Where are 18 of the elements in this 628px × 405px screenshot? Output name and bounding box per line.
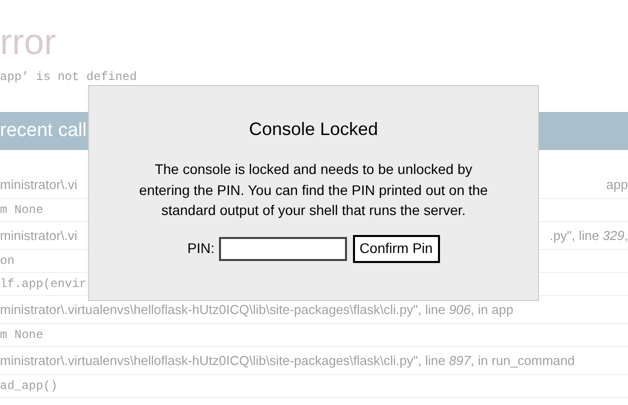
file-path-text: ministrator\.virtualenvs\helloflask-hUtz0ICQ\lib\site-packages\flask\cli.py", line 906, in app — [0, 300, 514, 319]
confirm-pin-button[interactable]: Confirm Pin — [352, 234, 440, 262]
code-line-text: on — [0, 253, 14, 270]
file-path-text: ministrator\.virtualenvs\helloflask-hUtz0ICQ\lib\site-packages\flask\cli.py", line 897, in run_command — [0, 352, 575, 370]
file-path-text: ministrator\.vi — [0, 226, 78, 245]
error-message: app’ is not defined — [0, 69, 137, 86]
dialog-message: The console is locked and needs to be unlocked by entering the PIN. You can find the PIN printed out on the standard output of your shell that runs the server. — [138, 160, 488, 220]
code-line-text: m None — [0, 327, 44, 344]
code-line-text: m None — [0, 202, 44, 219]
pin-label: PIN: — [187, 239, 215, 258]
file-path-text: ministrator\.vi — [0, 176, 78, 194]
code-line-text: lf.app(envir — [0, 276, 86, 293]
traceback-header-text: recent call — [0, 118, 87, 143]
file-path-text: .py", line 329, — [550, 226, 628, 245]
file-path-text: app — [606, 176, 628, 194]
code-line-text: ad_app() — [0, 378, 58, 395]
pin-input-field[interactable] — [218, 236, 347, 260]
dialog-title: Console Locked — [248, 118, 378, 141]
